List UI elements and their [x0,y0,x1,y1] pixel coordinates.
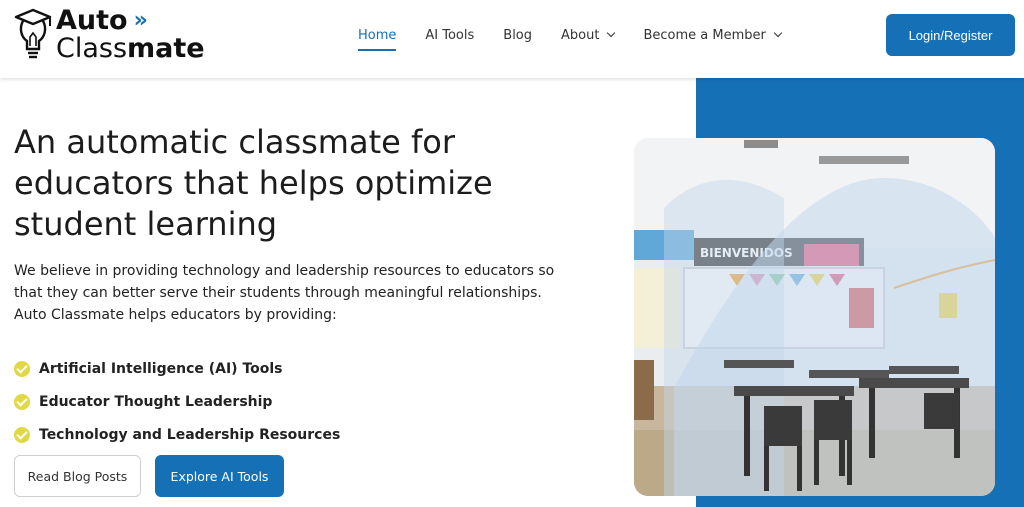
check-circle-icon [14,393,30,410]
benefit-label: Technology and Leadership Resources [39,426,341,443]
main-nav: Home AI Tools Blog About Become a Member [358,0,810,70]
site-header: Auto» Classmate Home AI Tools Blog About… [0,0,1024,78]
login-register-button[interactable]: Login/Register [886,14,1015,56]
hero-intro: We believe in providing technology and l… [14,263,555,323]
nav-blog[interactable]: Blog [503,28,532,43]
site-logo[interactable]: Auto» Classmate [14,6,205,64]
nav-home[interactable]: Home [358,27,397,51]
chevron-down-icon [773,28,783,38]
list-item: Educator Thought Leadership [14,385,340,418]
benefit-label: Educator Thought Leadership [39,393,273,410]
benefit-list: Artificial Intelligence (AI) Tools Educa… [14,352,340,451]
read-blog-posts-button[interactable]: Read Blog Posts [14,455,141,497]
nav-ai-tools-label: AI Tools [425,27,475,43]
chevron-down-icon [607,28,616,38]
hero-headline: An automatic classmate for educators tha… [14,123,493,243]
logo-chevrons-icon: » [133,8,148,33]
graduate-bulb-icon [14,8,52,59]
benefit-label: Artificial Intelligence (AI) Tools [39,360,283,377]
check-circle-icon [14,426,30,443]
logo-word-auto: Auto [56,5,128,36]
nav-home-label: Home [358,27,397,43]
list-item: Artificial Intelligence (AI) Tools [14,352,340,385]
nav-blog-label: Blog [503,27,533,43]
nav-become-member-label: Become a Member [643,27,766,43]
explore-ai-tools-button[interactable]: Explore AI Tools [155,455,284,497]
nav-about[interactable]: About [561,27,616,43]
classroom-illustration: BIENVENIDOS [634,138,995,496]
nav-become-member[interactable]: Become a Member [643,27,783,43]
check-circle-icon [14,360,30,377]
logo-word-mate: mate [127,33,205,64]
logo-word-class: Class [56,33,128,64]
list-item: Technology and Leadership Resources [14,418,340,451]
nav-about-label: About [561,27,600,43]
classroom-photo: BIENVENIDOS [634,138,995,496]
nav-ai-tools[interactable]: AI Tools [425,28,474,43]
